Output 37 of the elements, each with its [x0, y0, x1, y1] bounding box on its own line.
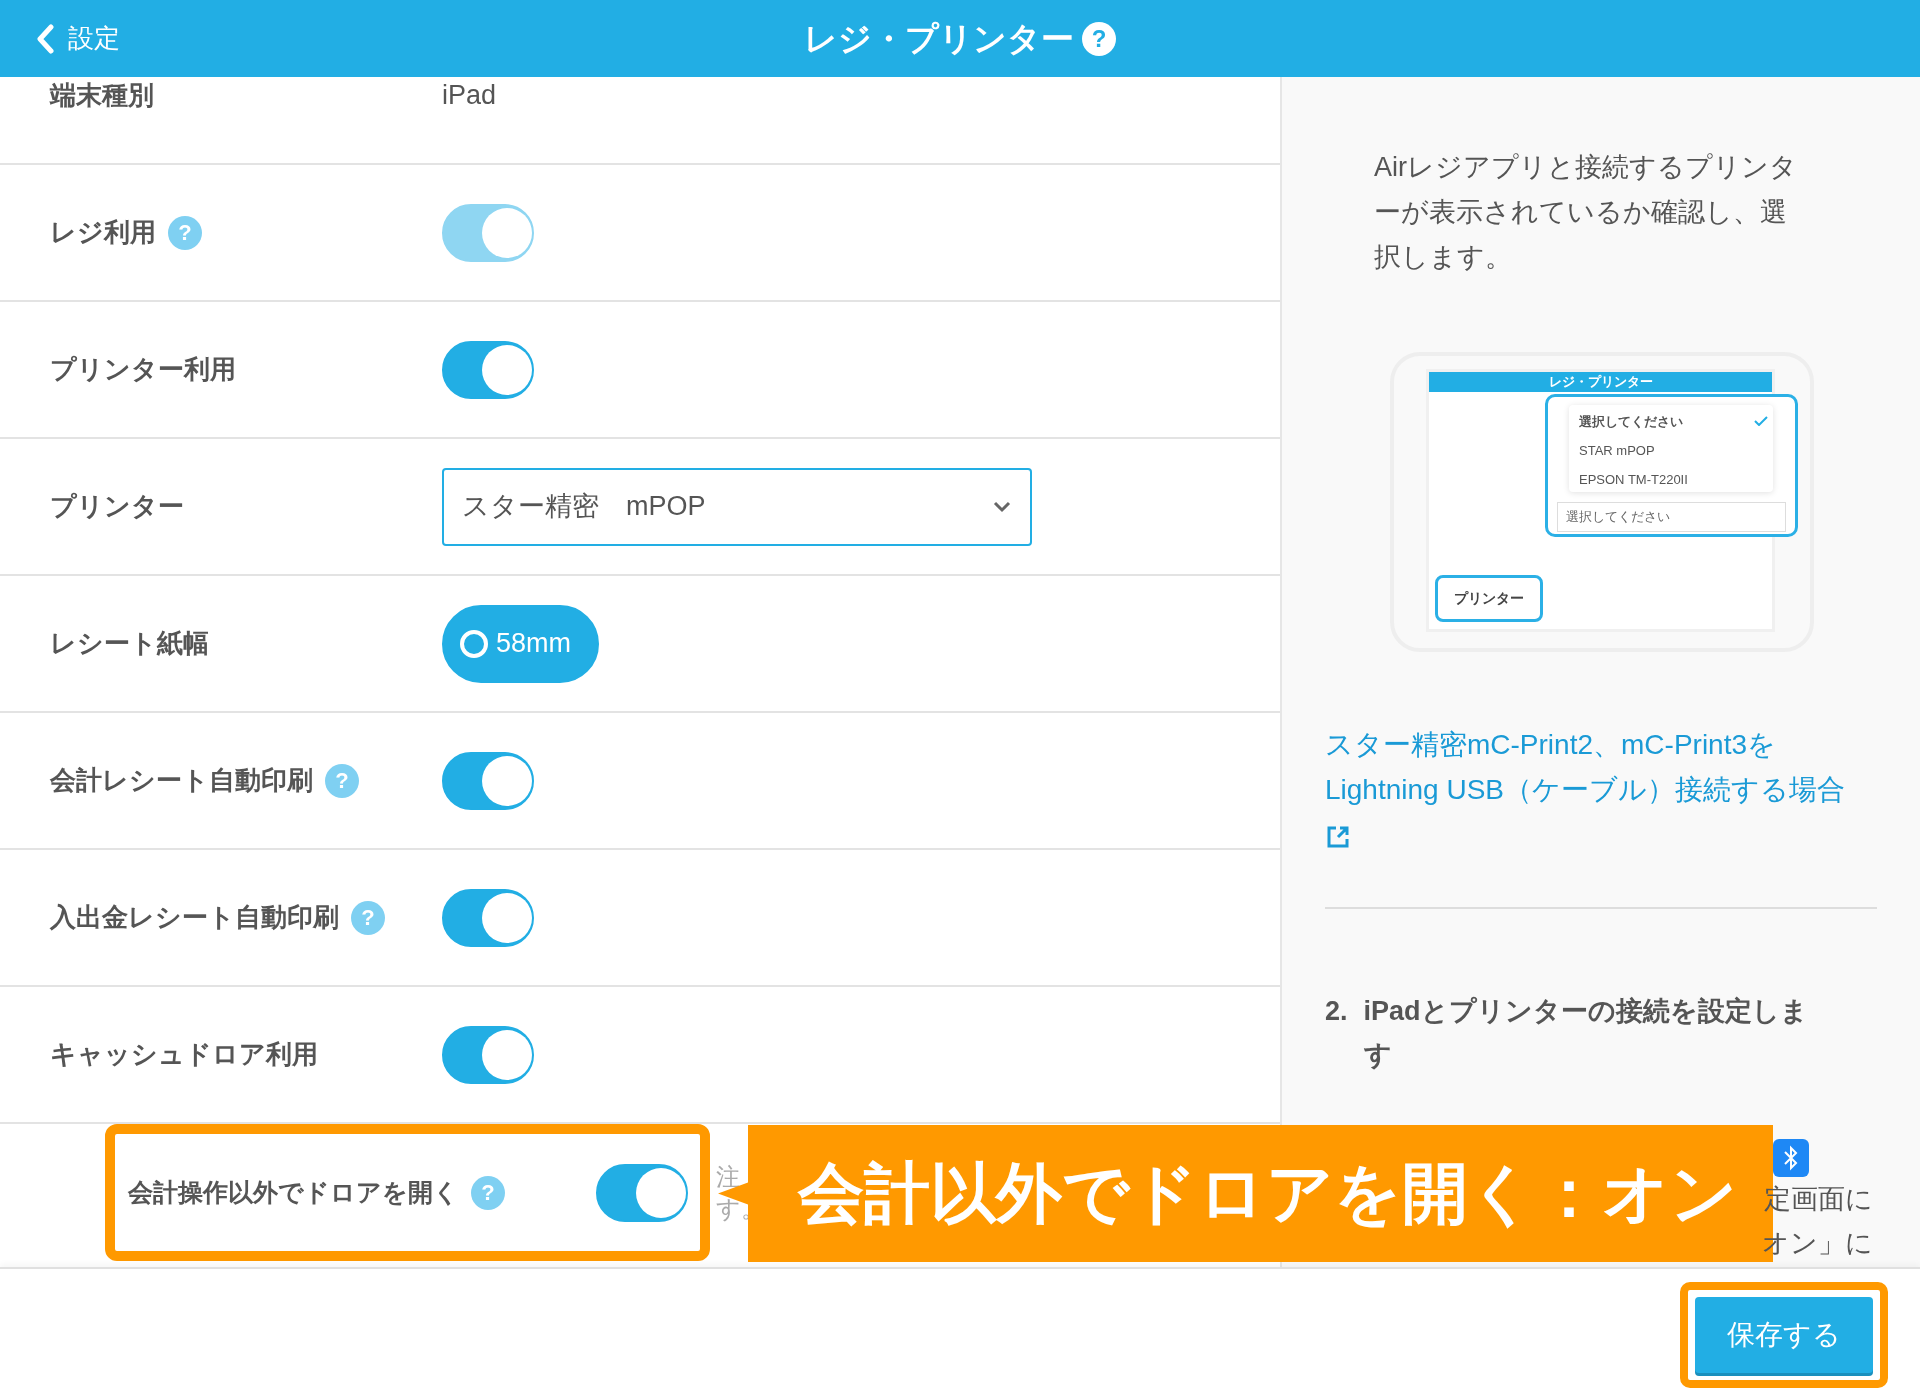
- back-chevron-icon: [36, 23, 54, 54]
- radio-option[interactable]: 58mm: [442, 604, 599, 683]
- callout-label: プリンター: [1435, 575, 1543, 622]
- select-field: 選択してください: [1557, 502, 1786, 532]
- dropdown-option: 選択してください: [1579, 412, 1683, 432]
- toggle-switch[interactable]: [442, 751, 534, 810]
- setting-label: プリンター: [50, 490, 184, 523]
- page-title: レジ・プリンター: [804, 18, 1074, 59]
- mini-title: レジ・プリンター: [1429, 372, 1772, 392]
- help-button[interactable]: ?: [351, 900, 385, 935]
- setting-label: 会計レシート自動印刷: [50, 764, 313, 797]
- toggle-switch[interactable]: [442, 888, 534, 947]
- setting-label: 会計操作以外でドロアを開く: [128, 1176, 459, 1208]
- dropdown-option: EPSON TM-T220II: [1579, 470, 1688, 490]
- back-link[interactable]: 設定: [36, 0, 120, 77]
- toggle-switch[interactable]: [442, 1025, 534, 1084]
- setting-label: キャッシュドロア利用: [50, 1038, 318, 1071]
- chevron-down-icon: [992, 500, 1012, 513]
- toggle-switch[interactable]: [596, 1163, 688, 1222]
- help-link[interactable]: スター精密mC-Print2、mC-Print3をLightning USB（ケーブル）接続する場合: [1325, 722, 1877, 857]
- help-button[interactable]: ?: [325, 763, 359, 798]
- setting-value: iPad: [442, 79, 497, 113]
- help-button[interactable]: ?: [1082, 21, 1116, 56]
- instruction-text: Airレジアプリと接続するプリンターが表示されているか確認し、選択します。: [1374, 151, 1798, 274]
- setting-label: 入出金レシート自動印刷: [50, 901, 339, 934]
- bluetooth-icon: [1773, 1139, 1809, 1177]
- setting-label: 端末種別: [50, 79, 154, 112]
- toggle-switch[interactable]: [442, 340, 534, 399]
- step-title: iPadとプリンターの接続を設定します: [1363, 995, 1809, 1072]
- printer-select[interactable]: スター精密 mPOP: [442, 467, 1032, 546]
- dropdown-option: STAR mPOP: [1579, 441, 1655, 461]
- setting-label: プリンター利用: [50, 353, 236, 386]
- step-number: 2.: [1325, 995, 1348, 1028]
- save-button[interactable]: 保存する: [1695, 1296, 1873, 1373]
- help-button[interactable]: ?: [471, 1175, 505, 1210]
- setting-label: レシート紙幅: [50, 627, 209, 660]
- setting-label: レジ利用: [50, 216, 156, 249]
